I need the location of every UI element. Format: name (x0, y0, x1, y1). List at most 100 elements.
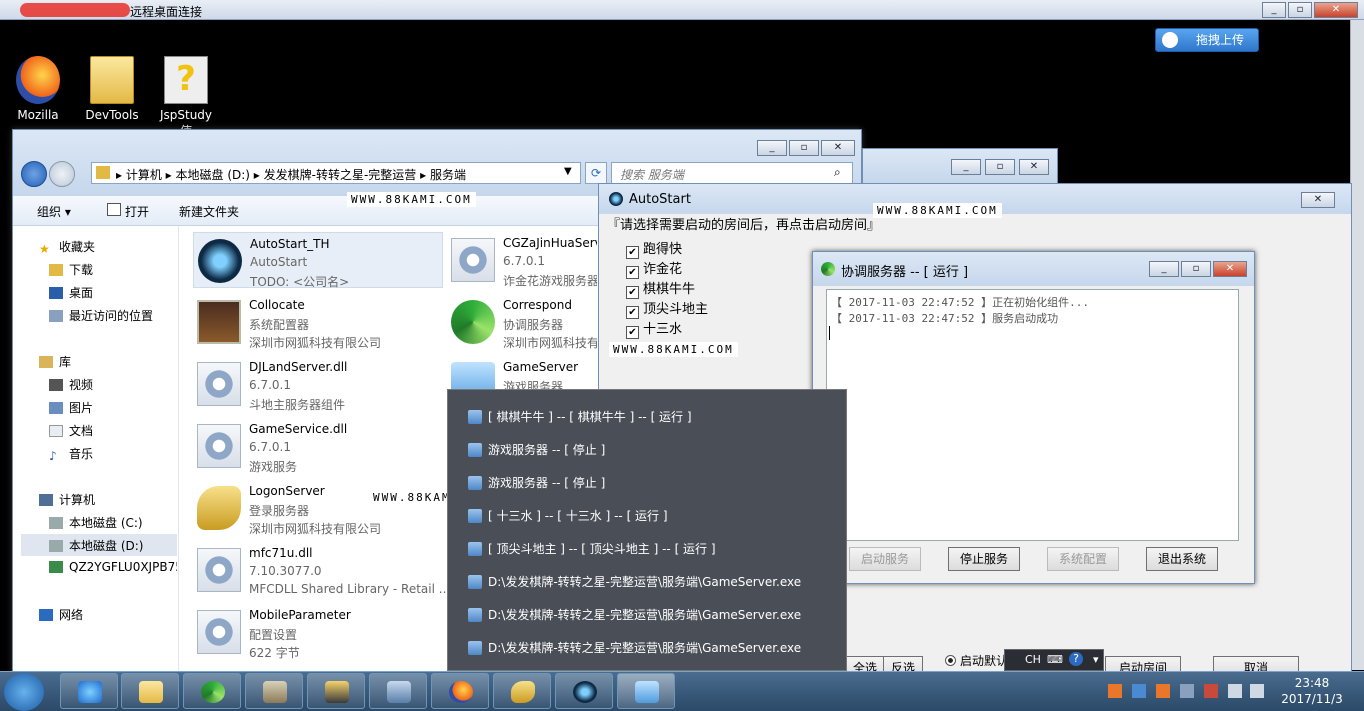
room-checkbox[interactable]: ✔ 顶尖斗地主 (626, 298, 708, 319)
start-button[interactable] (4, 673, 44, 711)
nav-network[interactable]: 网络 (39, 606, 83, 623)
chevron-down-icon[interactable]: ▾ (1093, 653, 1099, 666)
popup-item[interactable]: [ 棋棋牛牛 ] -- [ 棋棋牛牛 ] -- [ 运行 ] (468, 408, 692, 425)
forward-button[interactable] (49, 161, 75, 187)
rd-restore-button[interactable]: ▫ (1288, 2, 1312, 18)
key-icon (511, 681, 535, 703)
file-gameservice[interactable]: GameService.dll 6.7.0.1 游戏服务 (193, 418, 443, 474)
taskbar-logon[interactable] (493, 673, 551, 709)
background-window-titlebar: _ ▫ ✕ (862, 148, 1058, 184)
bg-maximize-button[interactable]: ▫ (985, 159, 1015, 175)
tray-app-icon[interactable] (1156, 684, 1170, 698)
popup-item[interactable]: [ 顶尖斗地主 ] -- [ 顶尖斗地主 ] -- [ 运行 ] (468, 540, 716, 557)
nav-desktop[interactable]: 桌面 (49, 284, 93, 301)
explorer-maximize-button[interactable]: ▫ (789, 140, 819, 156)
taskbar-collocate[interactable] (245, 673, 303, 709)
organize-button[interactable]: 组织 ▾ (37, 203, 71, 220)
system-config-button[interactable]: 系统配置 (1047, 547, 1119, 571)
log-textarea[interactable]: 【 2017-11-03 22:47:52 】正在初始化组件... 【 2017… (826, 289, 1239, 541)
taskbar-autostart[interactable] (555, 673, 613, 709)
nav-network-share[interactable]: QZ2YGFLU0XJPB75 (49, 560, 177, 574)
search-input[interactable]: 搜索 服务端 ⌕ (611, 162, 853, 184)
room-checkbox[interactable]: ✔ 棋棋牛牛 (626, 278, 695, 299)
file-autostart-th[interactable]: AutoStart_TH AutoStart TODO: <公司名> (193, 232, 443, 289)
keyboard-icon[interactable]: ⌨ (1047, 653, 1063, 666)
rd-close-button[interactable]: ✕ (1314, 2, 1358, 18)
taskbar-ie[interactable] (60, 673, 118, 709)
nav-library[interactable]: 库 (39, 353, 71, 370)
explorer-close-button[interactable]: ✕ (821, 140, 855, 156)
nav-favorites[interactable]: ★ 收藏夹 (39, 238, 95, 256)
bg-close-button[interactable]: ✕ (1019, 159, 1049, 175)
nav-downloads[interactable]: 下载 (49, 261, 93, 278)
popup-item[interactable]: 游戏服务器 -- [ 停止 ] (468, 474, 605, 491)
desktop-icon-jspstudy[interactable]: ? JspStudy使 (154, 56, 218, 139)
file-cgzajinhua[interactable]: CGZaJinHuaServ 6.7.0.1 诈金花游戏服务器 (447, 232, 597, 288)
chevron-down-icon[interactable]: ▼ (564, 166, 572, 177)
desktop-icon-devtools[interactable]: DevTools (80, 56, 144, 122)
popup-item[interactable]: [ 十三水 ] -- [ 十三水 ] -- [ 运行 ] (468, 507, 668, 524)
open-button[interactable]: 打开 (125, 203, 149, 220)
nav-d-drive[interactable]: 本地磁盘 (D:) (21, 534, 177, 556)
tray-volume-icon[interactable] (1250, 684, 1264, 698)
address-bar[interactable]: ▸ 计算机 ▸ 本地磁盘 (D:) ▸ 发发棋牌-转转之星-完整运营 ▸ 服务端… (91, 162, 581, 184)
breadcrumb-folder[interactable]: 发发棋牌-转转之星-完整运营 (264, 168, 417, 182)
tray-user-icon[interactable] (1180, 684, 1194, 698)
nav-documents[interactable]: 文档 (49, 422, 93, 439)
autostart-icon (573, 681, 597, 703)
nav-c-drive[interactable]: 本地磁盘 (C:) (49, 514, 143, 531)
taskbar-server[interactable] (369, 673, 427, 709)
back-button[interactable] (21, 161, 47, 187)
file-mobileparameter[interactable]: MobileParameter 配置设置 622 字节 (193, 604, 443, 660)
taskbar-firefox[interactable] (431, 673, 489, 709)
refresh-icon[interactable]: ⟳ (585, 162, 607, 184)
rd-minimize-button[interactable]: _ (1262, 2, 1286, 18)
room-checkbox[interactable]: ✔ 十三水 (626, 318, 682, 339)
taskbar-gameserver[interactable] (617, 673, 675, 709)
stop-service-button[interactable]: 停止服务 (948, 547, 1020, 571)
tray-app-icon[interactable] (1132, 684, 1146, 698)
new-folder-button[interactable]: 新建文件夹 (179, 203, 239, 220)
help-icon[interactable]: ? (1069, 652, 1083, 666)
taskbar-explorer[interactable] (121, 673, 179, 709)
nav-computer[interactable]: 计算机 (39, 491, 95, 508)
start-service-button[interactable]: 启动服务 (849, 547, 921, 571)
explorer-minimize-button[interactable]: _ (757, 140, 787, 156)
room-checkbox[interactable]: ✔ 诈金花 (626, 258, 682, 279)
file-collocate[interactable]: Collocate 系统配置器 深圳市网狐科技有限公司 (193, 294, 443, 350)
file-djlandserver[interactable]: DJLandServer.dll 6.7.0.1 斗地主服务器组件 (193, 356, 443, 412)
nav-recent[interactable]: 最近访问的位置 (49, 307, 153, 324)
coordinator-minimize-button[interactable]: _ (1149, 261, 1179, 277)
popup-item[interactable]: D:\发发棋牌-转转之星-完整运营\服务端\GameServer.exe (468, 573, 801, 590)
popup-item[interactable]: D:\发发棋牌-转转之星-完整运营\服务端\GameServer.exe (468, 639, 801, 656)
tray-app-icon[interactable] (1108, 684, 1122, 698)
taskbar-correspond[interactable] (183, 673, 241, 709)
exit-system-button[interactable]: 退出系统 (1146, 547, 1218, 571)
ime-toolbar[interactable]: CH ⌨ ? ▾ (1004, 649, 1104, 671)
breadcrumb-d-drive[interactable]: 本地磁盘 (D:) (176, 168, 250, 182)
nav-video[interactable]: 视频 (49, 376, 93, 393)
file-logonserver[interactable]: LogonServer 登录服务器 深圳市网狐科技有限公司 (193, 480, 443, 536)
nav-music[interactable]: ♪ 音乐 (49, 445, 93, 463)
desktop-icon-firefox[interactable]: Mozilla (6, 56, 70, 122)
taskbar-clock[interactable]: 23:48 2017/11/3 (1272, 675, 1352, 707)
bg-minimize-button[interactable]: _ (951, 159, 981, 175)
taskbar-monitor[interactable] (307, 673, 365, 709)
coordinator-maximize-button[interactable]: ▫ (1181, 261, 1211, 277)
file-mfc71u[interactable]: mfc71u.dll 7.10.3077.0 MFCDLL Shared Libra… (193, 542, 450, 598)
popup-item[interactable]: D:\发发棋牌-转转之星-完整运营\服务端\GameServer.exe (468, 606, 801, 623)
nav-pictures[interactable]: 图片 (49, 399, 93, 416)
upload-icon (1162, 32, 1178, 48)
autostart-close-button[interactable]: ✕ (1301, 192, 1335, 208)
popup-item[interactable]: 游戏服务器 -- [ 停止 ] (468, 441, 605, 458)
breadcrumb-computer[interactable]: 计算机 (126, 168, 162, 182)
tray-flag-icon[interactable] (1204, 684, 1218, 698)
drag-upload-button[interactable]: 拖拽上传 (1155, 28, 1259, 52)
coordinator-close-button[interactable]: ✕ (1213, 261, 1247, 277)
breadcrumb-server[interactable]: 服务端 (430, 168, 466, 182)
default-radio[interactable]: 启动默认 (945, 652, 1008, 669)
tray-network-icon[interactable] (1228, 684, 1242, 698)
file-correspond[interactable]: Correspond 协调服务器 深圳市网狐科技有 (447, 294, 597, 350)
room-checkbox[interactable]: ✔ 跑得快 (626, 238, 682, 259)
right-scrollbar[interactable] (1350, 20, 1364, 670)
